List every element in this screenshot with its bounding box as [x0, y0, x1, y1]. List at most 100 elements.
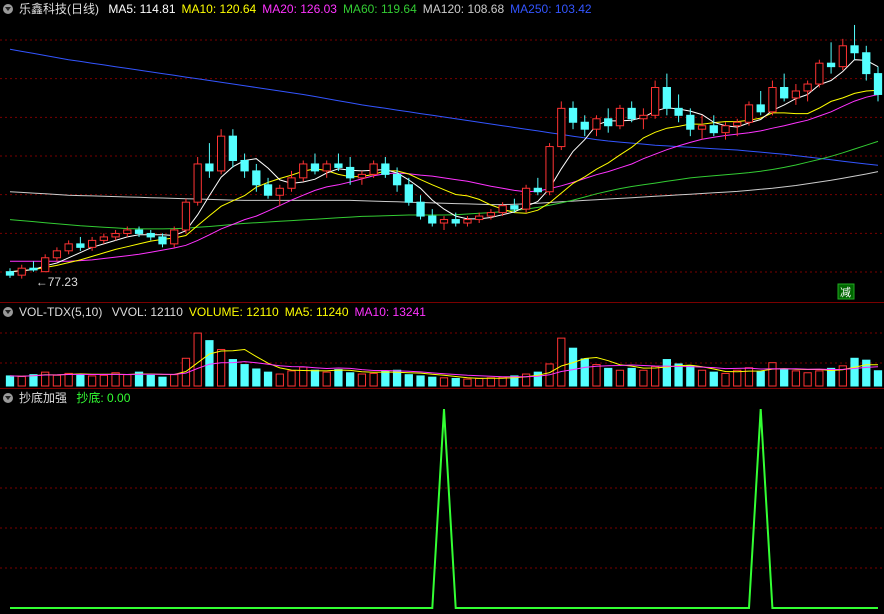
- volume-bar: [580, 358, 589, 387]
- volume-bar: [310, 369, 320, 387]
- volume-bar: [615, 369, 625, 387]
- volume-bar: [334, 369, 343, 387]
- candle-up: [87, 239, 97, 248]
- candle-up: [733, 121, 742, 127]
- candle-up: [592, 118, 601, 130]
- indicator-chart[interactable]: [0, 389, 884, 614]
- candle-down: [346, 166, 355, 179]
- volume-bar: [357, 373, 367, 387]
- volume-bar: [662, 359, 672, 387]
- candle-up: [838, 45, 847, 68]
- candle-down: [158, 236, 167, 245]
- volume-bar: [873, 370, 883, 387]
- volume-bar: [463, 378, 472, 387]
- candle-up: [521, 187, 531, 210]
- volume-bar: [275, 373, 284, 387]
- candle-down: [568, 107, 578, 123]
- volume-pane: VOL-TDX(5,10) VVOL: 12110 VOLUME: 12110 MA…: [0, 303, 884, 388]
- volume-bar: [780, 369, 789, 387]
- ma-line-ma120: [9, 171, 879, 206]
- volume-bar: [381, 371, 390, 387]
- candle-up: [111, 232, 120, 238]
- candle-up: [498, 205, 507, 214]
- volume-bar: [123, 374, 132, 387]
- volume-bar: [146, 374, 155, 387]
- indicator-title: 抄底加强: [19, 391, 68, 405]
- candle-down: [228, 135, 238, 161]
- candle-down: [674, 107, 683, 116]
- candle-up: [123, 229, 132, 234]
- candle-down: [756, 104, 765, 113]
- candle-down: [240, 159, 249, 172]
- candle-down: [76, 243, 85, 248]
- volume-bar: [768, 362, 777, 387]
- volume-bar: [228, 359, 238, 387]
- volume-bar: [99, 374, 108, 387]
- candle-down: [416, 201, 425, 217]
- candle-up: [170, 229, 179, 245]
- candle-up: [463, 219, 472, 224]
- volume-bar: [475, 377, 484, 387]
- volume-legend-item: MA5: 11240: [284, 305, 349, 319]
- candle-down: [533, 187, 542, 193]
- volume-bar: [627, 367, 636, 387]
- candle-up: [557, 107, 566, 148]
- chevron-down-icon[interactable]: [3, 393, 13, 403]
- candle-down: [205, 163, 214, 172]
- volume-bar: [721, 372, 730, 387]
- volume-bar: [346, 372, 355, 387]
- candle-up: [768, 87, 777, 113]
- candle-up: [181, 201, 191, 231]
- candle-down: [146, 232, 155, 238]
- candle-up: [721, 125, 730, 134]
- volume-bar: [428, 376, 437, 387]
- candle-up: [299, 163, 308, 179]
- volume-legend: VVOL: 12110 VOLUME: 12110 MA5: 11240 MA10: …: [112, 305, 432, 319]
- candle-up: [615, 107, 625, 127]
- candle-up: [17, 267, 26, 276]
- candle-up: [216, 135, 226, 172]
- candle-down: [334, 163, 343, 168]
- candle-down: [392, 173, 402, 186]
- candle-down: [29, 267, 38, 271]
- candle-up: [650, 87, 660, 116]
- volume-bar: [252, 368, 261, 387]
- volume-bar: [744, 367, 754, 387]
- volume-legend-item: VOLUME: 12110: [188, 305, 279, 319]
- bottom-signal-line: [10, 408, 878, 609]
- volume-bar: [41, 371, 50, 387]
- volume-bar: [650, 365, 660, 387]
- volume-bar: [451, 377, 460, 387]
- volume-bar: [592, 364, 601, 387]
- candle-up: [486, 212, 496, 217]
- volume-bar: [193, 332, 202, 387]
- volume-bar: [521, 373, 531, 387]
- volume-bar: [486, 377, 496, 387]
- volume-bar: [674, 363, 683, 387]
- indicator-legend: 抄底: 0.00: [76, 391, 136, 405]
- candle-down: [709, 125, 718, 134]
- volume-bar: [815, 370, 824, 387]
- candle-down: [873, 73, 883, 95]
- volume-bar: [158, 376, 167, 387]
- chevron-down-icon[interactable]: [3, 307, 13, 317]
- volume-title: VOL-TDX(5,10): [19, 305, 103, 319]
- volume-bar: [862, 359, 871, 387]
- candle-down: [627, 107, 636, 120]
- volume-bar: [404, 374, 413, 387]
- candle-up: [287, 177, 296, 189]
- volume-bar: [733, 369, 742, 387]
- indicator-legend-item: 抄底: 0.00: [76, 391, 131, 405]
- volume-bar: [439, 377, 449, 387]
- volume-bar: [803, 372, 812, 387]
- candle-down: [263, 184, 273, 196]
- candle-up: [803, 83, 812, 92]
- candle-up: [99, 236, 108, 241]
- candle-down: [310, 163, 320, 172]
- candle-down: [428, 215, 437, 224]
- volume-bar: [322, 371, 331, 387]
- candlestick-chart[interactable]: ←77.23 减: [0, 0, 884, 302]
- price-pane: 乐鑫科技(日线) MA5: 114.81 MA10: 120.64 MA20: 12…: [0, 0, 884, 302]
- indicator-pane: 抄底加强 抄底: 0.00: [0, 389, 884, 614]
- volume-bar: [76, 373, 85, 387]
